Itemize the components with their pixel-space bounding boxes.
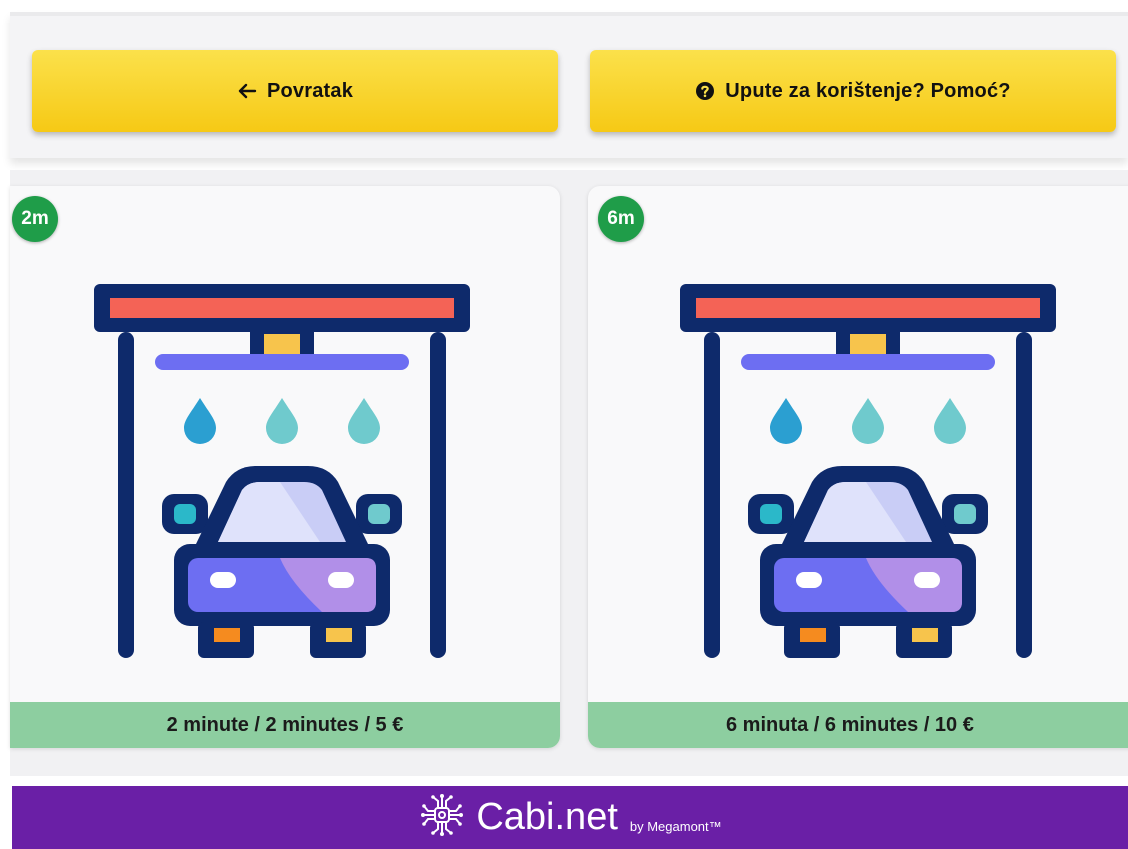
circuit-chip-icon [418,791,466,844]
program-list: 2m 2 minute / 2 minutes / 5 € 6m 6 minut… [10,170,1128,776]
footer-brand-bar: Cabi.net by Megamont™ [12,786,1128,849]
price-label: 2 minute / 2 minutes / 5 € [10,702,560,748]
price-label: 6 minuta / 6 minutes / 10 € [588,702,1128,748]
question-circle-icon [695,81,715,101]
back-button[interactable]: Povratak [32,50,558,132]
help-button-label: Upute za korištenje? Pomoć? [725,79,1011,102]
brand-byline: by Megamont™ [629,819,722,834]
car-wash-icon [680,284,1056,658]
back-button-label: Povratak [266,79,354,102]
top-toolbar: Povratak Upute za korištenje? Pomoć? [10,12,1128,158]
duration-badge: 6m [598,196,644,242]
brand-name: Cabi.net [476,796,618,838]
program-card-2m[interactable]: 2m 2 minute / 2 minutes / 5 € [10,186,560,748]
car-wash-icon [94,284,470,658]
duration-badge: 2m [12,196,58,242]
help-button[interactable]: Upute za korištenje? Pomoć? [590,50,1116,132]
arrow-left-icon [237,83,257,99]
program-card-6m[interactable]: 6m 6 minuta / 6 minutes / 10 € [588,186,1128,748]
